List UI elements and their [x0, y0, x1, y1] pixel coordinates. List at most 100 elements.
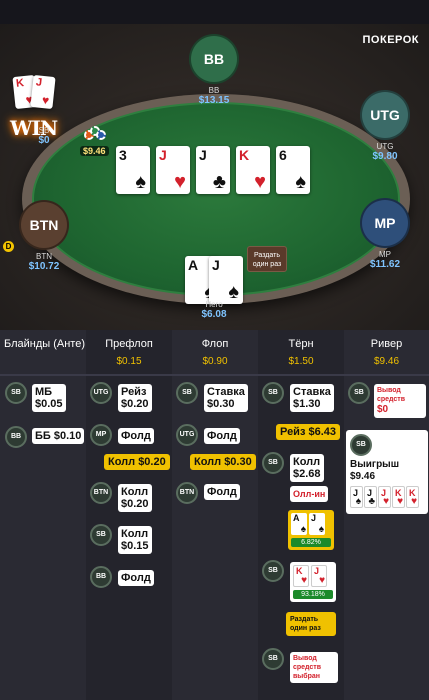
hero-action-bubble: Раздать один раз	[286, 612, 336, 636]
street-pot: $0.15	[116, 356, 142, 367]
street-title: Тёрн	[288, 338, 314, 350]
chip-stack-icon	[84, 126, 106, 142]
street-pot: $9.46	[373, 356, 400, 367]
position-badge: BTN	[90, 482, 112, 504]
seat-utg[interactable]: UTG UTG $9.80	[350, 90, 420, 162]
seat-name: UTG	[376, 142, 394, 151]
action-bubble: МБ $0.05	[32, 384, 66, 412]
avatar: MP	[360, 198, 410, 248]
sb-card-2: J ♥	[30, 74, 56, 110]
position-badge: BTN	[176, 482, 198, 504]
hero-card-2: J ♠	[209, 256, 243, 304]
avatar: BTN	[19, 200, 69, 250]
hero-action-bubble: Колл $0.20	[104, 454, 170, 470]
position-badge: UTG	[90, 382, 112, 404]
mini-card: J ♣	[364, 486, 377, 508]
hero-action-bubble: Рейз $6.43	[276, 424, 340, 440]
mini-card: J ♠	[309, 513, 325, 535]
seat-btn[interactable]: BTN BTN $10.72	[9, 200, 79, 272]
position-badge: UTG	[176, 424, 198, 446]
all-in-bubble: Олл-ин	[290, 486, 329, 502]
position-badge: SB	[176, 382, 198, 404]
hero-action-bubble: Колл $0.30	[190, 454, 256, 470]
deal-once-button[interactable]: Раздать один раз	[247, 246, 287, 272]
seat-stack: $0	[38, 135, 50, 146]
action-bubble: Фолд	[204, 484, 240, 500]
position-badge: SB	[5, 382, 27, 404]
top-bar	[0, 0, 429, 24]
street-header[interactable]: Ривер $9.46	[344, 330, 429, 376]
action-bubble: Рейз $0.20	[118, 384, 152, 412]
seat-sb[interactable]: SB $0	[9, 120, 79, 146]
seat-name: BTN	[36, 252, 52, 261]
action-bubble: Фолд	[204, 428, 240, 444]
street-pot: $0.90	[202, 356, 228, 367]
action-bubble: Колл $2.68	[290, 454, 324, 482]
equity-percent: 6.82%	[291, 538, 331, 547]
board-card-5: 6 ♠	[276, 146, 310, 194]
board-card-3: J ♣	[196, 146, 230, 194]
seat-stack: $10.72	[28, 261, 60, 272]
street-column-preflop: Префлоп $0.15 UTG Рейз $0.20 MP Фолд Колл…	[86, 330, 172, 700]
street-header[interactable]: Тёрн $1.50	[258, 330, 344, 376]
street-column-turn: Тёрн $1.50 SB Ставка $1.30 Рейз $6.43 SB …	[258, 330, 344, 700]
seat-stack: $9.80	[372, 151, 398, 162]
mini-card: J ♥	[311, 565, 327, 587]
position-badge: SB	[348, 382, 370, 404]
action-bubble: Колл $0.20	[118, 484, 152, 512]
mini-card: K ♥	[392, 486, 405, 508]
win-amount: Выигрыш $9.46	[350, 459, 400, 482]
action-bubble: Фолд	[118, 570, 154, 586]
position-badge: SB	[90, 524, 112, 546]
street-title: Ривер	[370, 338, 403, 350]
dealer-button: D	[3, 241, 14, 252]
seat-name: Hero	[205, 300, 223, 309]
seat-hero[interactable]: Hero $6.08	[179, 298, 249, 320]
seat-stack: $11.62	[369, 259, 401, 270]
action-bubble: ББ $0.10	[32, 428, 85, 444]
street-pot: $1.50	[288, 356, 314, 367]
position-badge: MP	[90, 424, 112, 446]
villain-equity-box: K ♥ J ♥ 93.18%	[290, 562, 336, 602]
mini-card: K ♥	[406, 486, 419, 508]
mini-card: J ♠	[350, 486, 363, 508]
action-bubble: Колл $0.15	[118, 526, 152, 554]
seat-mp[interactable]: MP MP $11.62	[350, 198, 420, 270]
street-column-blinds: Блайнды (Анте) SB МБ $0.05 BB ББ $0.10	[0, 330, 86, 700]
poker-table-area: ПОКЕРОК U S BB BB $13.15 UTG UTG $9.80 M…	[0, 24, 429, 330]
action-bubble: Ставка $0.30	[204, 384, 248, 412]
hand-history: Блайнды (Анте) SB МБ $0.05 BB ББ $0.10 Пр…	[0, 330, 429, 700]
street-title: Флоп	[201, 338, 229, 350]
hero-equity-box: A ♠ J ♠ 6.82%	[288, 510, 334, 550]
position-badge: SB	[262, 382, 284, 404]
street-header[interactable]: Блайнды (Анте)	[0, 330, 86, 376]
action-bubble: Вывод средств выбран	[290, 652, 338, 683]
seat-name: MP	[379, 250, 391, 259]
position-badge: SB	[262, 560, 284, 582]
action-bubble: Фолд	[118, 428, 154, 444]
street-title: Блайнды (Анте)	[4, 338, 86, 350]
mini-card: K ♥	[293, 565, 309, 587]
position-badge: BB	[5, 426, 27, 448]
street-header[interactable]: Флоп $0.90	[172, 330, 258, 376]
street-header[interactable]: Префлоп $0.15	[86, 330, 172, 376]
board-card-4: K ♥	[236, 146, 270, 194]
position-badge: SB	[262, 452, 284, 474]
win-summary-box: SB Выигрыш $9.46 J ♠ J ♣ J ♥ K ♥ K ♥	[346, 430, 428, 514]
mini-card: A ♠	[291, 513, 307, 535]
action-bubble: Ставка $1.30	[290, 384, 334, 412]
equity-percent: 93.18%	[293, 590, 333, 599]
seat-stack: $13.15	[198, 95, 230, 106]
position-badge: SB	[350, 434, 372, 456]
seat-stack: $6.08	[201, 309, 227, 320]
brand-logo: ПОКЕРОК	[362, 34, 419, 46]
pot-amount: $9.46	[80, 146, 109, 156]
avatar: BB	[189, 34, 239, 84]
mini-card: J ♥	[378, 486, 391, 508]
seat-name: BB	[208, 86, 220, 95]
street-column-flop: Флоп $0.90 SB Ставка $0.30 UTG Фолд Колл …	[172, 330, 258, 700]
action-bubble: Вывод средств $0	[374, 384, 426, 418]
position-badge: SB	[262, 648, 284, 670]
seat-name: SB	[38, 126, 50, 135]
seat-bb[interactable]: BB BB $13.15	[179, 34, 249, 106]
